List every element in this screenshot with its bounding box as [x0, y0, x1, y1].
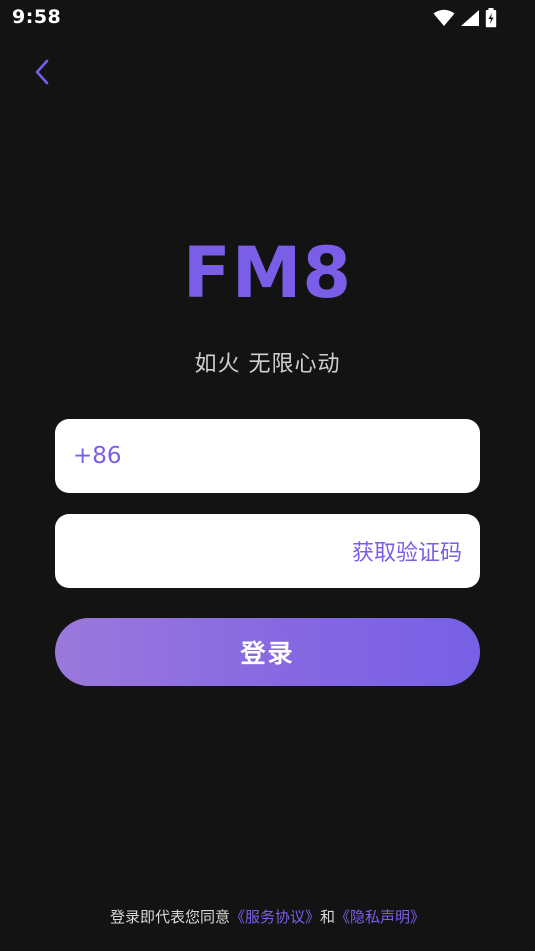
service-agreement-link[interactable]: 《服务协议》: [230, 908, 320, 926]
status-time: 9:58: [12, 6, 62, 28]
app-logo: FM8: [182, 232, 353, 314]
login-button[interactable]: 登录: [55, 618, 480, 686]
back-button[interactable]: [24, 54, 60, 90]
phone-field[interactable]: +86: [55, 419, 480, 493]
chevron-left-icon: [35, 59, 49, 85]
cell-signal-icon: [461, 10, 479, 26]
privacy-statement-link[interactable]: 《隐私声明》: [335, 908, 425, 926]
login-screen: 9:58 FM8 如火 无限心动 +86 获取验证码 登录 登录即代表您同意《服…: [0, 0, 535, 951]
verification-code-field[interactable]: 获取验证码: [55, 514, 480, 588]
status-bar: 9:58: [0, 0, 535, 36]
verification-code-input[interactable]: [55, 514, 352, 588]
status-icons: [433, 7, 497, 29]
country-code-prefix[interactable]: +86: [73, 443, 122, 469]
get-code-button[interactable]: 获取验证码: [352, 535, 462, 567]
wifi-icon: [433, 9, 455, 26]
agreement-conjunction: 和: [320, 908, 336, 926]
battery-charging-icon: [485, 8, 497, 28]
agreement-text: 登录即代表您同意《服务协议》和《隐私声明》: [0, 906, 535, 927]
agreement-prefix: 登录即代表您同意: [109, 908, 230, 926]
app-slogan: 如火 无限心动: [194, 352, 341, 377]
phone-input[interactable]: [121, 419, 480, 493]
